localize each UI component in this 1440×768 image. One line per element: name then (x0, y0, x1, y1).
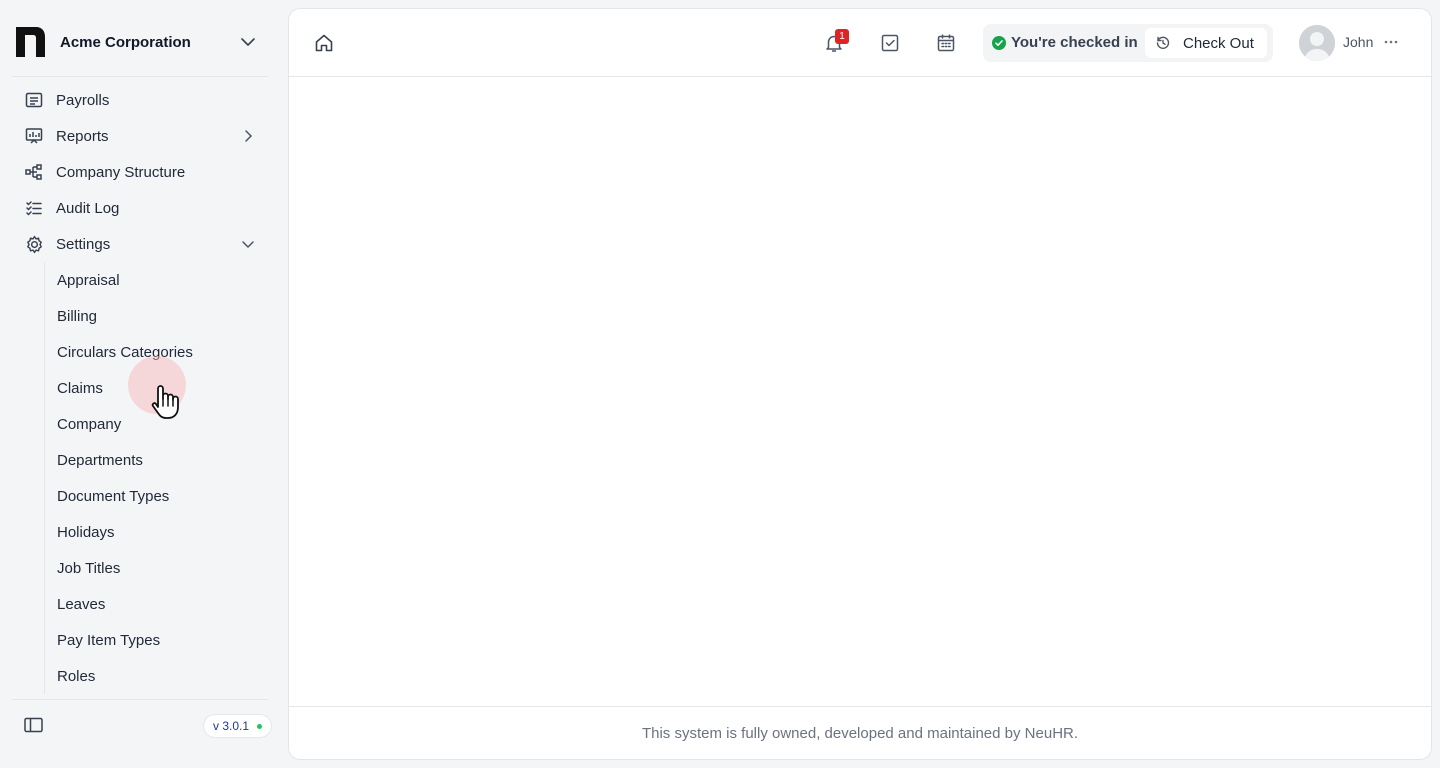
sidebar-item-label: Settings (56, 235, 111, 253)
org-switcher[interactable]: Acme Corporation (10, 14, 268, 70)
top-bar: 1 You're checked in Check Out John (289, 9, 1431, 77)
structure-icon (24, 162, 44, 182)
checkbox-tasks-icon[interactable] (879, 32, 901, 54)
divider (12, 699, 268, 700)
sidebar-item-settings[interactable]: Settings (10, 226, 268, 262)
calendar-icon[interactable] (935, 32, 957, 54)
footer-text: This system is fully owned, developed an… (641, 724, 1079, 742)
sidebar-item-label: Payrolls (56, 91, 110, 109)
settings-item-leaves[interactable]: Leaves (45, 586, 268, 622)
main-panel: 1 You're checked in Check Out John This … (288, 8, 1432, 760)
check-out-button[interactable]: Check Out (1145, 28, 1267, 58)
gear-icon (24, 234, 44, 254)
checkin-status-text: You're checked in (1011, 34, 1138, 51)
settings-submenu: Appraisal Billing Circulars Categories C… (44, 262, 268, 694)
check-out-label: Check Out (1183, 34, 1254, 52)
settings-item-document-types[interactable]: Document Types (45, 478, 268, 514)
clock-return-icon (1155, 35, 1171, 51)
more-horizontal-icon[interactable] (1382, 33, 1400, 51)
version-text: v 3.0.1 (213, 719, 250, 733)
sidebar-item-payrolls[interactable]: Payrolls (10, 82, 268, 118)
sidebar-toggle-icon[interactable] (22, 714, 46, 738)
org-name: Acme Corporation (60, 33, 191, 51)
app-root: Acme Corporation Payrolls Reports Compan… (0, 0, 1440, 768)
avatar[interactable] (1299, 25, 1335, 61)
settings-item-roles[interactable]: Roles (45, 658, 268, 694)
page-footer: This system is fully owned, developed an… (289, 706, 1431, 759)
audit-log-icon (24, 198, 44, 218)
pointer-hand-icon (148, 382, 188, 424)
sidebar-item-label: Reports (56, 127, 109, 145)
check-circle-icon (992, 36, 1006, 50)
settings-item-billing[interactable]: Billing (45, 298, 268, 334)
settings-item-holidays[interactable]: Holidays (45, 514, 268, 550)
divider (12, 76, 268, 77)
attendance-status: You're checked in Check Out (983, 24, 1273, 62)
chevron-right-icon (240, 128, 256, 144)
home-icon[interactable] (313, 32, 335, 54)
reports-icon (24, 126, 44, 146)
sidebar: Acme Corporation Payrolls Reports Compan… (0, 0, 280, 768)
settings-item-departments[interactable]: Departments (45, 442, 268, 478)
sidebar-item-reports[interactable]: Reports (10, 118, 268, 154)
neuhr-logo-icon (16, 27, 46, 57)
sidebar-item-audit-log[interactable]: Audit Log (10, 190, 268, 226)
settings-item-appraisal[interactable]: Appraisal (45, 262, 268, 298)
content-area (289, 78, 1431, 708)
settings-item-job-titles[interactable]: Job Titles (45, 550, 268, 586)
status-dot-icon (257, 723, 263, 729)
user-name: John (1343, 34, 1374, 50)
sidebar-item-label: Company Structure (56, 163, 186, 181)
settings-item-pay-item-types[interactable]: Pay Item Types (45, 622, 268, 658)
notification-badge: 1 (835, 29, 849, 44)
chevron-down-icon (238, 32, 258, 52)
payroll-icon (24, 90, 44, 110)
version-badge: v 3.0.1 (203, 714, 273, 738)
sidebar-item-company-structure[interactable]: Company Structure (10, 154, 268, 190)
sidebar-item-label: Audit Log (56, 199, 120, 217)
chevron-down-icon (240, 236, 256, 252)
